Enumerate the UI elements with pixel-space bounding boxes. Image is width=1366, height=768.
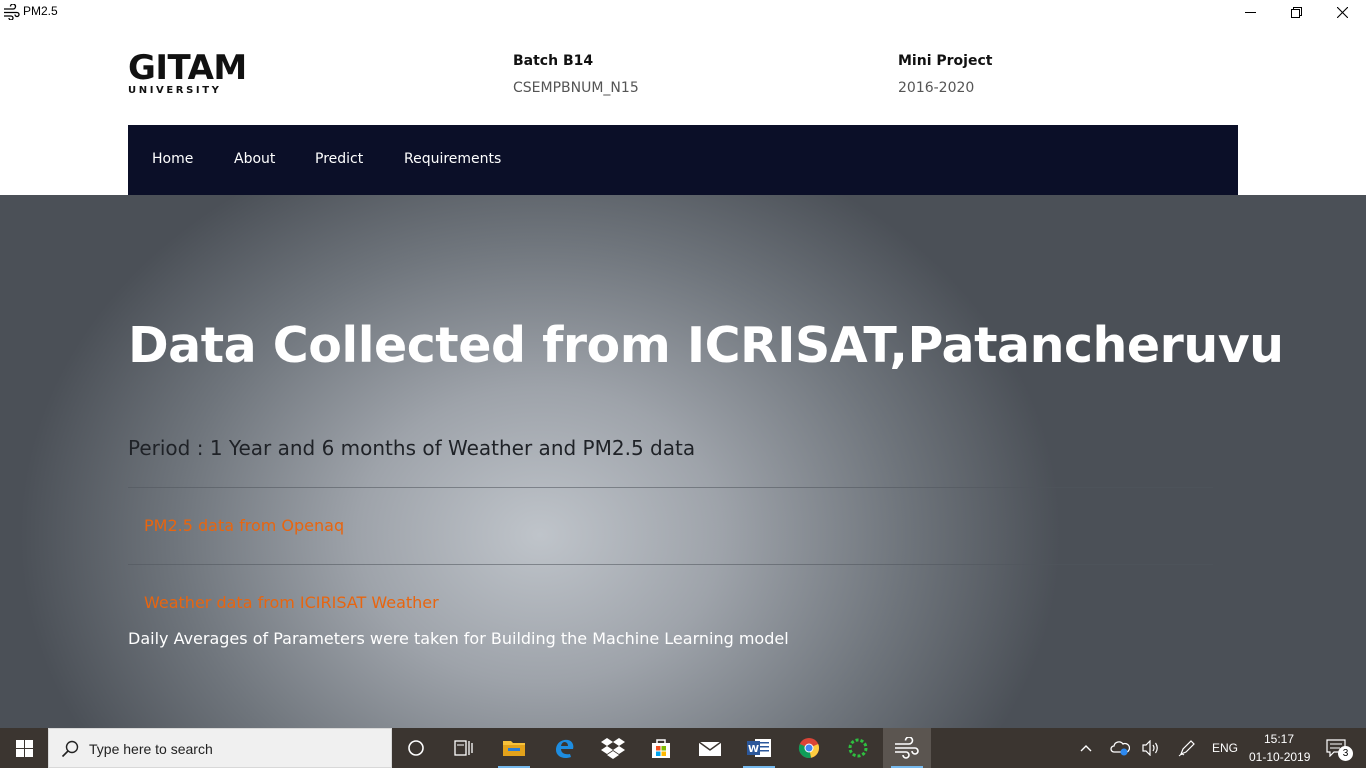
gitam-logo[interactable]: GITAM UNIVERSITY — [128, 50, 247, 97]
windows-logo-icon — [15, 739, 33, 757]
volume-button[interactable] — [1138, 728, 1164, 768]
start-button[interactable] — [0, 728, 48, 768]
cortana-button[interactable] — [392, 728, 440, 768]
pm25-app-button[interactable] — [883, 728, 931, 768]
minimize-button[interactable] — [1227, 0, 1273, 24]
chrome-button[interactable] — [785, 728, 833, 768]
logo-main-text: GITAM — [128, 48, 247, 88]
project-title: Mini Project — [898, 53, 993, 69]
cortana-icon — [408, 740, 424, 756]
store-icon — [652, 739, 670, 758]
svg-text:W: W — [748, 744, 759, 755]
hero-title: Data Collected from ICRISAT,Patancheruvu — [128, 317, 1284, 374]
word-button[interactable]: W — [735, 728, 783, 768]
pen-icon — [1178, 740, 1195, 757]
edge-button[interactable] — [540, 728, 588, 768]
search-placeholder: Type here to search — [89, 741, 213, 757]
close-button[interactable] — [1319, 0, 1365, 24]
chevron-up-icon — [1080, 745, 1092, 752]
mail-icon — [698, 741, 722, 756]
divider — [128, 564, 1213, 565]
file-explorer-icon — [503, 741, 525, 756]
note-text: Daily Averages of Parameters were taken … — [128, 629, 789, 648]
nav-predict[interactable]: Predict — [315, 151, 363, 167]
wind-icon — [895, 737, 919, 759]
input-language[interactable]: ENG — [1212, 741, 1238, 755]
show-hidden-icons-button[interactable] — [1073, 728, 1099, 768]
wind-icon — [4, 4, 20, 20]
notification-badge: 3 — [1338, 746, 1353, 761]
action-center-button[interactable]: 3 — [1316, 728, 1356, 768]
nav-home[interactable]: Home — [152, 151, 193, 167]
batch-value: CSEMPBNUM_N15 — [513, 80, 639, 96]
main-nav: Home About Predict Requirements — [128, 125, 1238, 195]
edge-icon — [556, 739, 574, 759]
clock-date[interactable]: 01-10-2019 — [1249, 750, 1310, 764]
close-icon — [1336, 6, 1348, 18]
project-info: Mini Project 2016-2020 — [898, 52, 992, 97]
nav-requirements[interactable]: Requirements — [404, 151, 501, 167]
speaker-icon — [1142, 740, 1158, 756]
loader-button[interactable] — [834, 728, 882, 768]
mail-button[interactable] — [686, 728, 734, 768]
taskbar-search[interactable]: Type here to search — [48, 728, 392, 768]
file-explorer-button[interactable] — [490, 728, 538, 768]
restore-icon — [1290, 6, 1302, 18]
divider — [128, 487, 1213, 488]
window-title: PM2.5 — [23, 4, 58, 18]
batch-info: Batch B14 CSEMPBNUM_N15 — [513, 52, 639, 97]
openaq-link[interactable]: PM2.5 data from Openaq — [144, 516, 344, 535]
windows-taskbar: Type here to search W ENG 15:17 01-10-20… — [0, 728, 1366, 768]
dropbox-icon — [601, 738, 625, 759]
word-icon: W — [747, 739, 771, 757]
icrisat-weather-link[interactable]: Weather data from ICIRISAT Weather — [144, 593, 439, 612]
restore-button[interactable] — [1273, 0, 1319, 24]
minimize-icon — [1244, 11, 1256, 13]
period-text: Period : 1 Year and 6 months of Weather … — [128, 436, 696, 460]
hero-section: Data Collected from ICRISAT,Patancheruvu… — [0, 195, 1366, 728]
task-view-icon — [454, 740, 473, 756]
loader-icon — [848, 738, 868, 758]
nav-about[interactable]: About — [234, 151, 275, 167]
task-view-button[interactable] — [440, 728, 488, 768]
project-value: 2016-2020 — [898, 80, 975, 96]
onedrive-sync-icon — [1110, 741, 1130, 756]
search-icon — [61, 740, 79, 758]
window-titlebar: PM2.5 — [0, 0, 1366, 24]
pen-workspace-button[interactable] — [1174, 728, 1200, 768]
store-button[interactable] — [637, 728, 685, 768]
chrome-icon — [798, 738, 820, 759]
clock-time[interactable]: 15:17 — [1264, 732, 1294, 746]
dropbox-button[interactable] — [589, 728, 637, 768]
batch-title: Batch B14 — [513, 53, 594, 69]
onedrive-tray-button[interactable] — [1106, 728, 1134, 768]
